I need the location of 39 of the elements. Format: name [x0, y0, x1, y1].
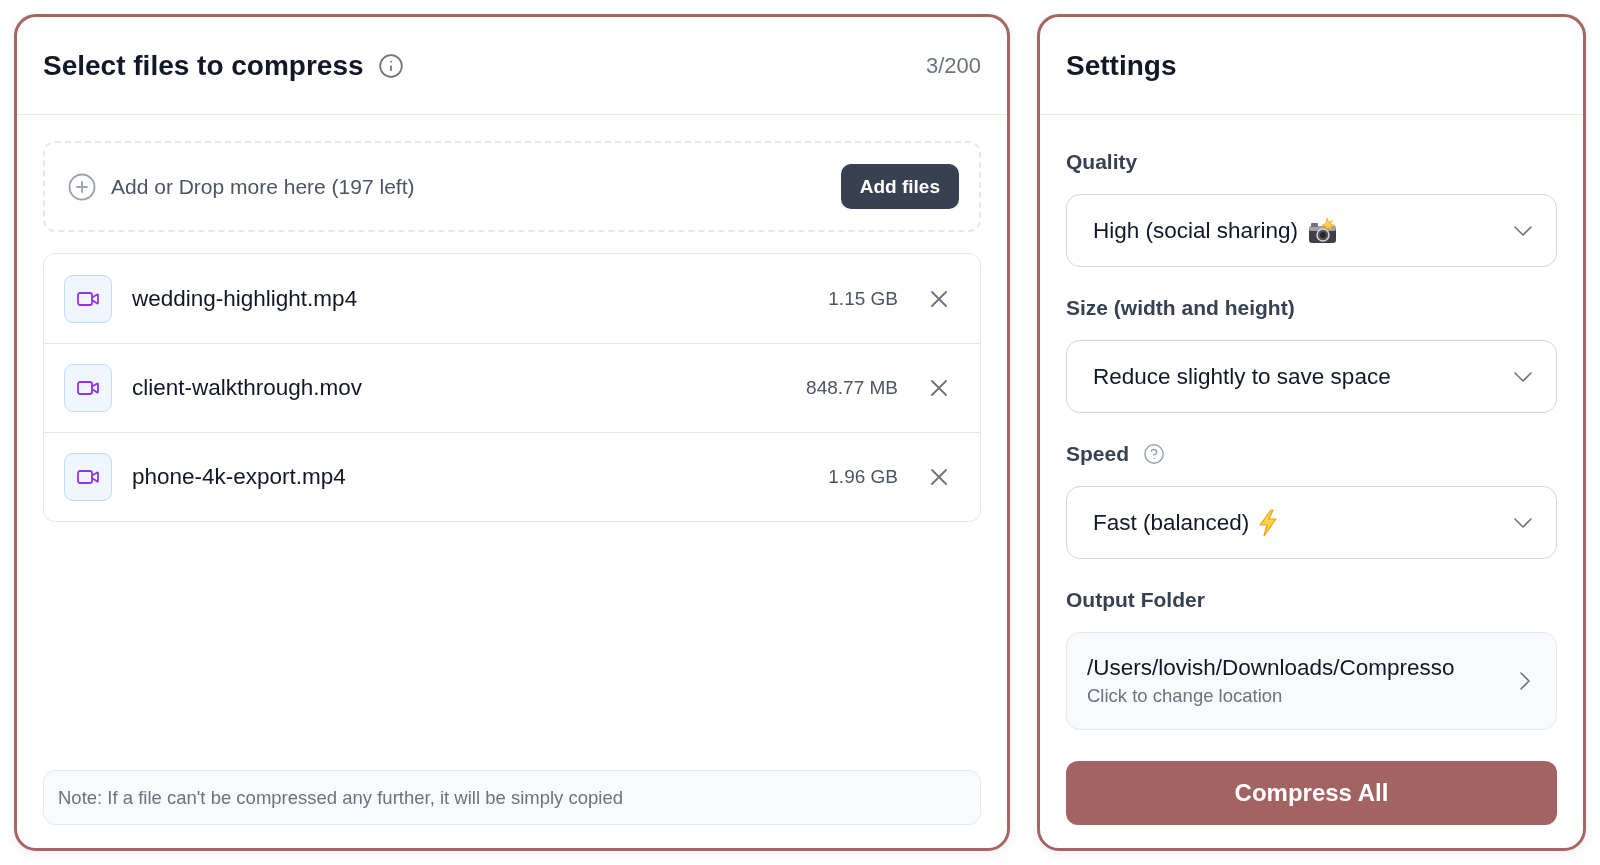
chevron-right-icon [1520, 672, 1530, 690]
folder-path: /Users/lovish/Downloads/Compresso [1087, 655, 1455, 681]
video-file-icon [64, 364, 112, 412]
help-icon[interactable] [1143, 443, 1166, 465]
chevron-down-icon [1514, 371, 1532, 382]
field-label: Output Folder [1066, 587, 1205, 613]
close-icon[interactable] [931, 469, 947, 485]
field-label: Quality [1066, 149, 1138, 175]
file-count: 3/200 [925, 52, 981, 79]
panel-title: Select files to compress [43, 49, 364, 82]
field-label: Size (width and height) [1066, 295, 1295, 321]
file-size: 848.77 MB [806, 377, 898, 399]
panel-title: Settings [1066, 49, 1177, 82]
file-name: wedding-highlight.mp4 [132, 285, 358, 312]
chevron-down-icon [1514, 517, 1532, 528]
field-label: Speed [1066, 441, 1130, 467]
compress-all-button[interactable]: Compress All [1066, 761, 1557, 825]
video-file-icon [64, 274, 112, 323]
lightning-icon [1259, 508, 1278, 537]
file-size: 1.96 GB [828, 466, 898, 488]
add-files-button[interactable]: Add files [840, 164, 959, 209]
note-text: Note: If a file can't be compressed any further, it will be simply copied [43, 770, 981, 825]
camera-flash-icon [1308, 217, 1338, 244]
file-size: 1.15 GB [828, 287, 898, 310]
size-dropdown[interactable]: Reduce slightly to save space [1066, 340, 1557, 413]
info-icon[interactable] [377, 52, 404, 79]
speed-dropdown[interactable]: Fast (balanced) [1066, 486, 1557, 559]
close-icon[interactable] [931, 290, 947, 307]
folder-hint: Click to change location [1087, 685, 1284, 707]
quality-dropdown[interactable]: High (social sharing) [1066, 194, 1557, 267]
add-circle-icon [67, 171, 97, 202]
close-icon[interactable] [931, 380, 947, 396]
drop-zone[interactable]: Add or Drop more here (197 left) Add files [43, 141, 981, 232]
video-file-icon [64, 453, 112, 501]
chevron-down-icon [1514, 225, 1532, 236]
file-name: client-walkthrough.mov [132, 375, 363, 401]
file-name: phone-4k-export.mp4 [132, 464, 346, 490]
folder-picker[interactable]: /Users/lovish/Downloads/Compresso Click to change location [1066, 632, 1557, 730]
drop-zone-text: Add or Drop more here (197 left) [111, 174, 415, 199]
